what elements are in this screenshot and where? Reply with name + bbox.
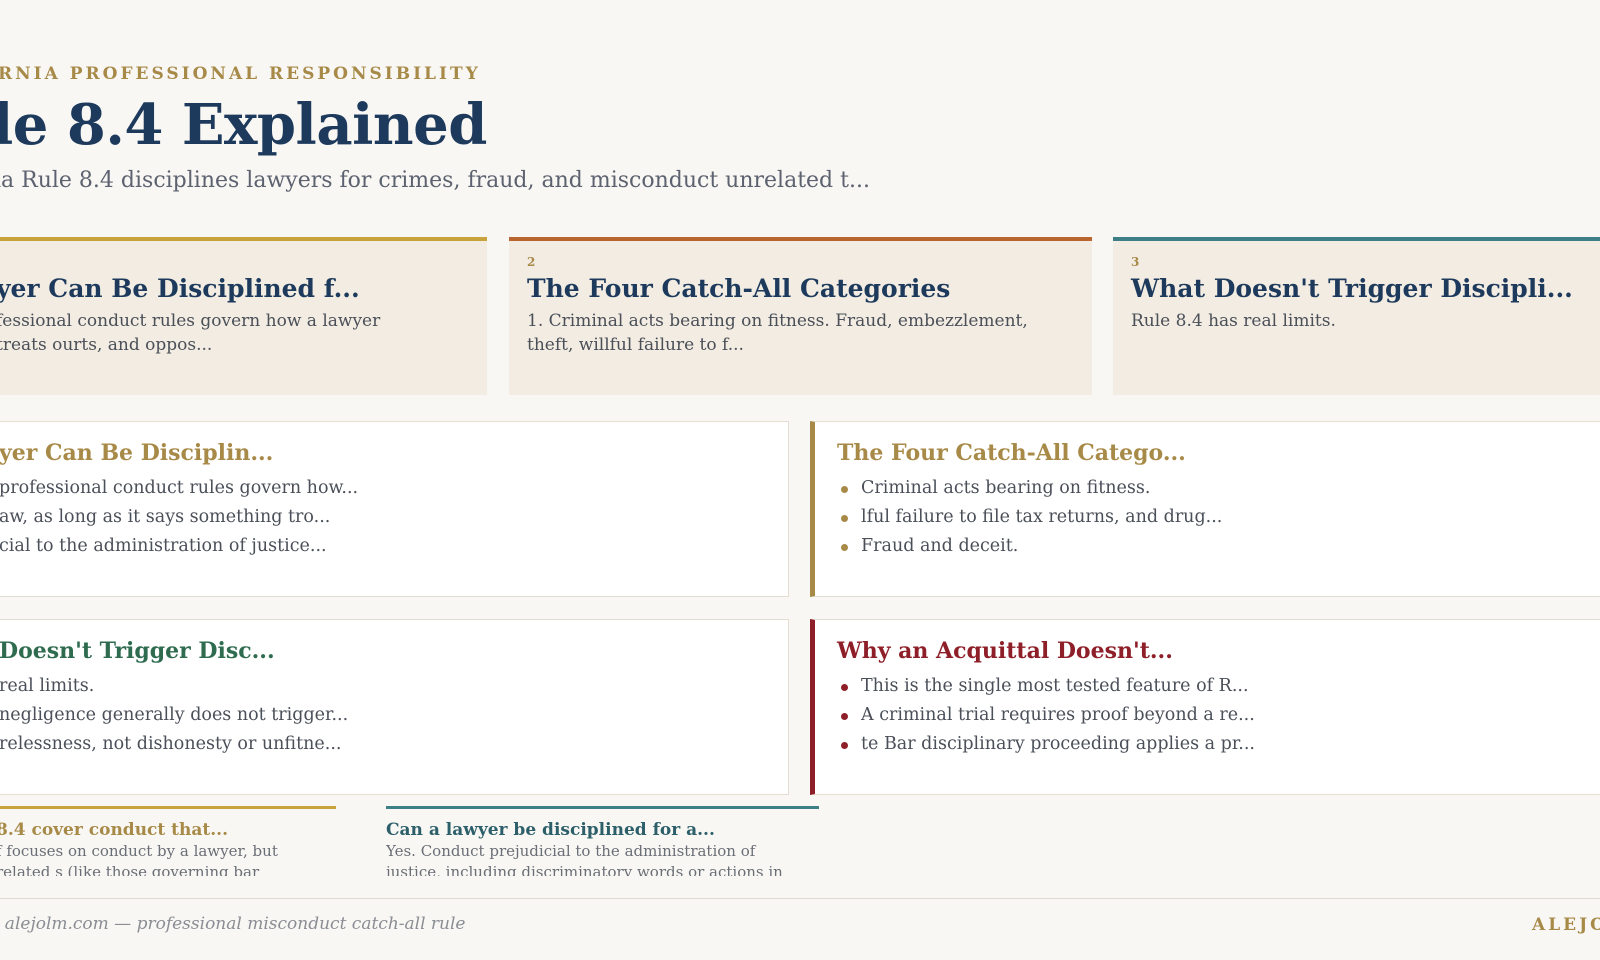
section-list: This is the single most tested feature o… — [837, 672, 1587, 759]
list-item: A criminal trial requires proof beyond a… — [837, 701, 1587, 730]
card-body: 1. Criminal acts bearing on fitness. Fra… — [527, 311, 1028, 355]
card-title: The Four Catch-All Categories — [527, 274, 951, 303]
list-item: lful failure to file tax returns, and dr… — [837, 503, 1587, 532]
card-number: 2 — [527, 255, 536, 269]
summary-card-1[interactable]: yer Can Be Disciplined f... fessional co… — [0, 237, 487, 395]
section-box-1: yer Can Be Disciplin... professional con… — [0, 421, 789, 597]
section-title: The Four Catch-All Catego... — [837, 440, 1186, 466]
footer-brand[interactable]: ALEJO — [1532, 915, 1600, 935]
list-item: aw, as long as it says something tro... — [0, 507, 331, 527]
section-title: yer Can Be Disciplin... — [0, 440, 274, 466]
card-number — [8, 253, 469, 271]
list-item: te Bar disciplinary proceeding applies a… — [837, 730, 1587, 759]
faq-question[interactable]: 8.4 cover conduct that... — [0, 819, 336, 841]
faq-answer: f focuses on conduct by a lawyer, but re… — [0, 842, 278, 876]
page-title: le 8.4 Explained — [0, 92, 487, 158]
card-number: 3 — [1131, 255, 1140, 269]
section-box-2: The Four Catch-All Catego... Criminal ac… — [810, 421, 1600, 597]
section-list: real limits. negligence generally does n… — [0, 672, 766, 759]
page-subtitle: ia Rule 8.4 disciplines lawyers for crim… — [0, 168, 870, 193]
faq-question[interactable]: Can a lawyer be disciplined for a... — [386, 819, 819, 841]
card-title: What Doesn't Trigger Discipli... — [1131, 274, 1573, 303]
faq-item-1[interactable]: 8.4 cover conduct that... f focuses on c… — [0, 806, 336, 876]
section-title: Doesn't Trigger Disc... — [0, 638, 275, 664]
list-item: Criminal acts bearing on fitness. — [837, 474, 1587, 503]
kicker: RNIA PROFESSIONAL RESPONSIBILITY — [0, 64, 481, 84]
summary-card-2[interactable]: 2 The Four Catch-All Categories 1. Crimi… — [509, 237, 1092, 395]
list-item: Fraud and deceit. — [837, 532, 1587, 561]
list-item: professional conduct rules govern how... — [0, 478, 359, 498]
list-item: real limits. — [0, 676, 95, 696]
list-item: negligence generally does not trigger... — [0, 705, 349, 725]
card-body: Rule 8.4 has real limits. — [1131, 311, 1336, 331]
faq-answer: Yes. Conduct prejudicial to the administ… — [386, 842, 783, 876]
list-item: This is the single most tested feature o… — [837, 672, 1587, 701]
footer-source: · alejolm.com — professional misconduct … — [0, 914, 466, 934]
section-box-4: Why an Acquittal Doesn't... This is the … — [810, 619, 1600, 795]
list-item: cial to the administration of justice... — [0, 536, 327, 556]
list-item: relessness, not dishonesty or unfitne... — [0, 734, 342, 754]
summary-card-3[interactable]: 3 What Doesn't Trigger Discipli... Rule … — [1113, 237, 1600, 395]
card-body: fessional conduct rules govern how a law… — [0, 311, 381, 355]
footer-divider — [0, 898, 1600, 899]
section-box-3: Doesn't Trigger Disc... real limits. neg… — [0, 619, 789, 795]
card-title: yer Can Be Disciplined f... — [0, 274, 360, 303]
section-list: professional conduct rules govern how...… — [0, 474, 766, 561]
section-title: Why an Acquittal Doesn't... — [837, 638, 1173, 664]
faq-item-2[interactable]: Can a lawyer be disciplined for a... Yes… — [386, 806, 819, 876]
section-list: Criminal acts bearing on fitness. lful f… — [837, 474, 1587, 561]
